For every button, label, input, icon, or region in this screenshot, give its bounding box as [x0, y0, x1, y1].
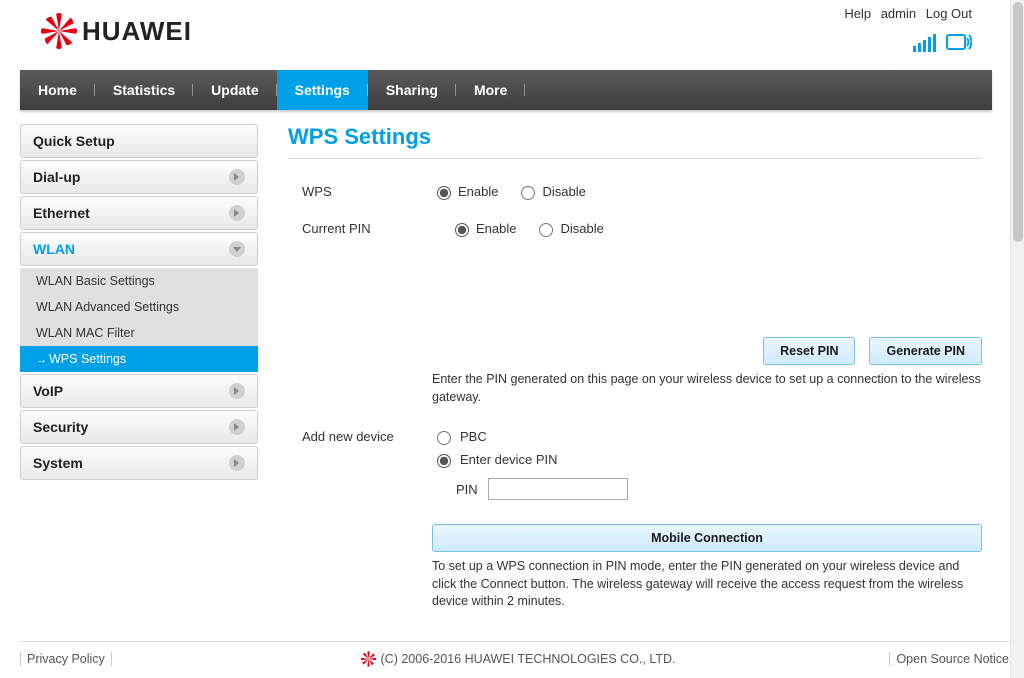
nav-statistics[interactable]: Statistics [95, 70, 193, 110]
sidebar-item-ethernet[interactable]: Ethernet [20, 196, 258, 230]
sidebar-item-security[interactable]: Security [20, 410, 258, 444]
radio-label: Enter device PIN [460, 452, 558, 467]
nav-settings[interactable]: Settings [277, 70, 368, 110]
huawei-sun-icon [40, 12, 78, 50]
open-source-link[interactable]: Open Source Notice [889, 652, 1016, 666]
add-enter-pin-option[interactable]: Enter device PIN [432, 451, 982, 468]
scrollbar-thumb[interactable] [1013, 2, 1023, 242]
privacy-policy-link[interactable]: Privacy Policy [20, 652, 112, 666]
sidebar-item-system[interactable]: System [20, 446, 258, 480]
sidebar-wlan-sublist: WLAN Basic Settings WLAN Advanced Settin… [20, 268, 258, 372]
chevron-right-icon [229, 455, 245, 471]
mobile-connection-button[interactable]: Mobile Connection [432, 524, 982, 552]
sidebar-sub-wlan-advanced[interactable]: WLAN Advanced Settings [20, 294, 258, 320]
generate-pin-button[interactable]: Generate PIN [869, 337, 982, 365]
sidebar-item-voip[interactable]: VoIP [20, 374, 258, 408]
chevron-right-icon [229, 383, 245, 399]
nav-sharing[interactable]: Sharing [368, 70, 456, 110]
sidebar-item-dial-up[interactable]: Dial-up [20, 160, 258, 194]
sidebar-label: Ethernet [33, 205, 90, 221]
add-device-label: Add new device [302, 429, 432, 444]
sidebar-item-wlan[interactable]: WLAN [20, 232, 258, 266]
sidebar-label: Security [33, 419, 88, 435]
current-pin-label: Current PIN [302, 221, 432, 236]
pin-disable-radio[interactable] [539, 223, 553, 237]
wps-disable-radio[interactable] [521, 186, 535, 200]
footer: Privacy Policy (C) 2006-2016 HUAWEI TECH… [20, 641, 1016, 666]
add-enter-pin-radio[interactable] [437, 454, 451, 468]
nav-home[interactable]: Home [20, 70, 95, 110]
pin-note-text: Enter the PIN generated on this page on … [302, 371, 982, 406]
sidebar: Quick Setup Dial-up Ethernet WLAN WLAN B… [20, 124, 258, 611]
current-user[interactable]: admin [881, 6, 916, 21]
sidebar-sub-wlan-basic[interactable]: WLAN Basic Settings [20, 268, 258, 294]
sidebar-item-quick-setup[interactable]: Quick Setup [20, 124, 258, 158]
brand-text: HUAWEI [82, 16, 192, 47]
radio-label: Disable [542, 184, 585, 199]
nav-update[interactable]: Update [193, 70, 276, 110]
sidebar-label: WLAN [33, 241, 75, 257]
main-nav: Home Statistics Update Settings Sharing … [20, 70, 992, 110]
wifi-status-icon [946, 32, 972, 52]
help-link[interactable]: Help [844, 6, 871, 21]
pin-field-label: PIN [456, 482, 478, 497]
wps-disable-option[interactable]: Disable [516, 183, 585, 200]
nav-more[interactable]: More [456, 70, 525, 110]
wps-enable-radio[interactable] [437, 186, 451, 200]
radio-label: Enable [458, 184, 498, 199]
radio-label: Enable [476, 221, 516, 236]
sidebar-label: Quick Setup [33, 133, 115, 149]
sidebar-sub-wlan-mac[interactable]: WLAN MAC Filter [20, 320, 258, 346]
brand-logo: HUAWEI [40, 12, 192, 50]
chevron-right-icon [229, 419, 245, 435]
pin-enable-option[interactable]: Enable [450, 220, 516, 237]
page-title: WPS Settings [288, 124, 982, 159]
copyright-text: (C) 2006-2016 HUAWEI TECHNOLOGIES CO., L… [381, 652, 676, 666]
add-pbc-option[interactable]: PBC [432, 428, 487, 445]
chevron-down-icon [229, 241, 245, 257]
scrollbar[interactable] [1010, 0, 1024, 678]
reset-pin-button[interactable]: Reset PIN [763, 337, 855, 365]
signal-strength-icon [913, 34, 936, 52]
sidebar-label: VoIP [33, 383, 63, 399]
sidebar-label: System [33, 455, 83, 471]
connect-note-text: To set up a WPS connection in PIN mode, … [302, 558, 982, 611]
sidebar-sub-wps-settings[interactable]: WPS Settings [20, 346, 258, 372]
wps-label: WPS [302, 184, 432, 199]
top-links: Help admin Log Out [838, 6, 972, 21]
radio-label: PBC [460, 429, 487, 444]
add-pbc-radio[interactable] [437, 431, 451, 445]
wps-enable-option[interactable]: Enable [432, 183, 498, 200]
device-pin-input[interactable] [488, 478, 628, 500]
pin-enable-radio[interactable] [455, 223, 469, 237]
chevron-right-icon [229, 169, 245, 185]
sidebar-label: Dial-up [33, 169, 80, 185]
huawei-sun-icon [361, 651, 377, 667]
logout-link[interactable]: Log Out [926, 6, 972, 21]
radio-label: Disable [560, 221, 603, 236]
chevron-right-icon [229, 205, 245, 221]
pin-disable-option[interactable]: Disable [534, 220, 603, 237]
